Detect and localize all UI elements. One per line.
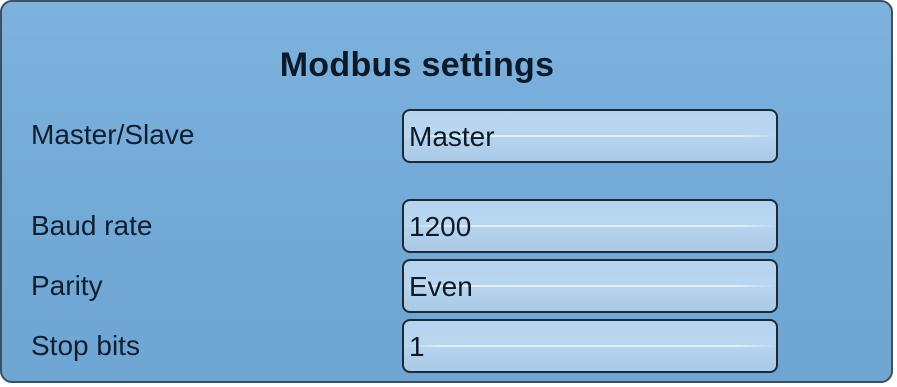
baud-rate-value: 1200 <box>409 211 472 242</box>
stop-bits-value: 1 <box>409 331 425 362</box>
stop-bits-field[interactable]: 1 <box>402 319 778 373</box>
master-slave-field[interactable]: Master <box>402 109 778 163</box>
modbus-settings-panel: Modbus settings Master/Slave Master Baud… <box>0 0 893 383</box>
parity-field[interactable]: Even <box>402 259 778 313</box>
page-title: Modbus settings <box>279 46 555 84</box>
parity-label: Parity <box>31 270 103 301</box>
master-slave-value: Master <box>409 121 495 152</box>
parity-value: Even <box>409 271 473 302</box>
baud-rate-field[interactable]: 1200 <box>402 199 778 253</box>
baud-rate-label: Baud rate <box>31 210 153 241</box>
stop-bits-label: Stop bits <box>31 330 140 361</box>
master-slave-label: Master/Slave <box>31 119 195 150</box>
